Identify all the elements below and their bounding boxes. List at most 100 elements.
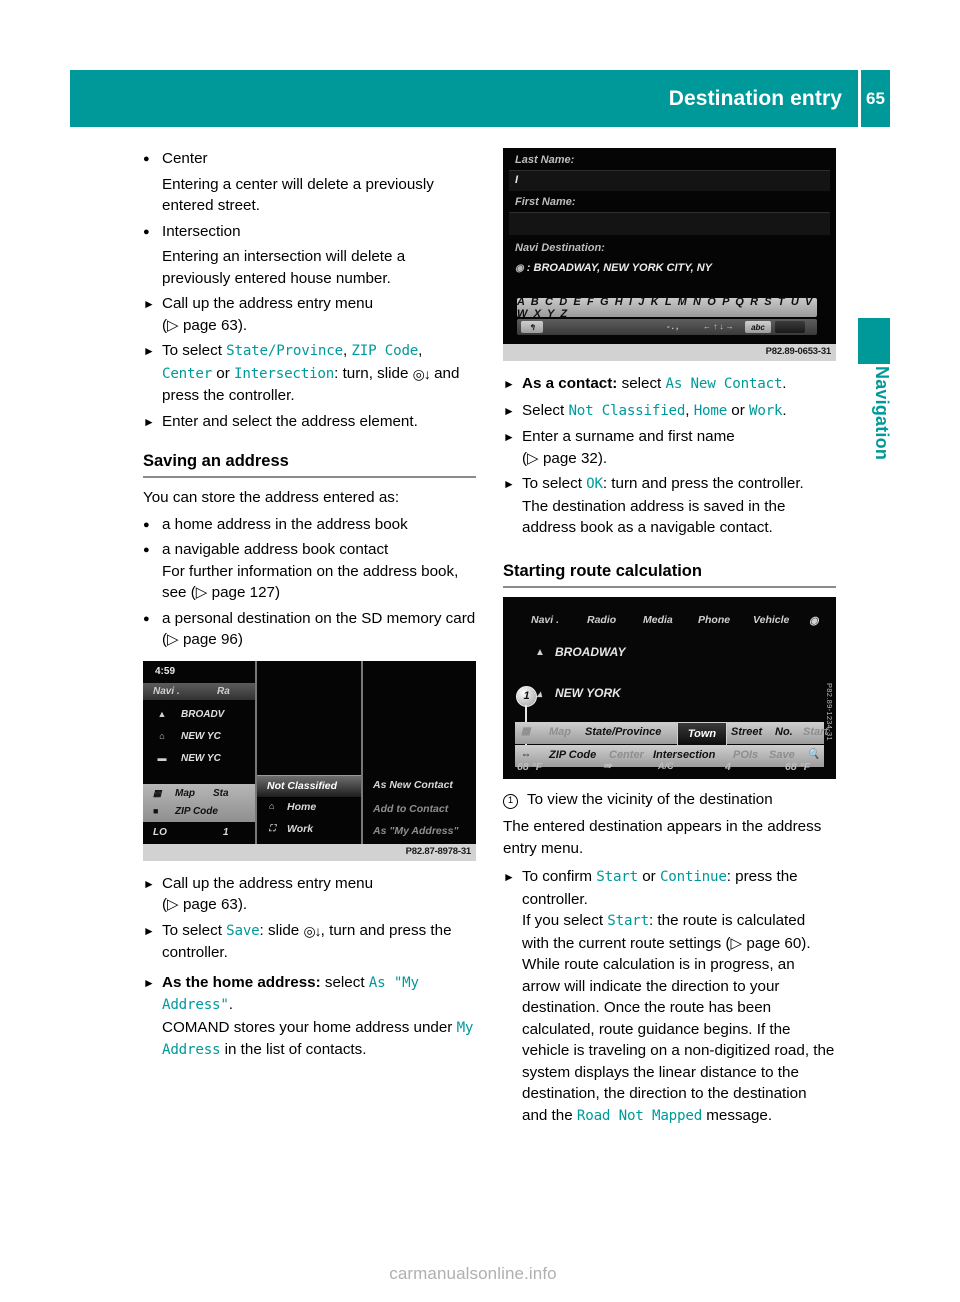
destination-icon: ◉ — [515, 263, 524, 274]
ui-term-not-classified: Not Classified — [568, 402, 686, 419]
step-body: COMAND stores your home address under My… — [162, 1017, 476, 1062]
field-label-first-name: First Name: — [515, 196, 576, 208]
joiner: , — [685, 401, 694, 419]
step-period: . — [782, 401, 787, 419]
ui-term-state-province: State/Province — [226, 343, 343, 359]
storage-option-note: For further information on the address b… — [162, 562, 459, 602]
screen-clock: 4:59 — [155, 665, 176, 677]
screen-column-classification: Not Classified ⌂ Home ⛶ Work — [257, 660, 363, 844]
menubar-item-radio[interactable]: Ra — [217, 686, 230, 697]
screen-statusbar: LO 1 — [143, 824, 255, 844]
heading-divider — [143, 476, 476, 478]
step-item-confirm-start: ► To confirm Start or Continue: press th… — [503, 866, 836, 1127]
callout-item: 1 To view the vicinity of the destinatio… — [503, 789, 836, 811]
backspace-key[interactable]: ↰ — [521, 321, 543, 333]
abc-key[interactable]: abc — [745, 321, 771, 333]
figure-side-code: P82.89-1234-31 — [825, 682, 834, 741]
step-lead: Select — [522, 401, 569, 419]
state-icon: ▬ — [157, 752, 167, 763]
field-last-name[interactable]: I — [509, 170, 830, 191]
step-arrow-icon: ► — [503, 430, 515, 444]
screen-list-label: NEW YC — [181, 730, 221, 742]
step-reference: (▷ page 63). — [162, 896, 248, 913]
step-lead: To confirm — [522, 868, 597, 885]
screen-menubar: Navi . Radio Media Phone Vehicle ◉ — [503, 611, 836, 631]
menubar-item-media[interactable]: Media — [643, 614, 673, 626]
field-first-name[interactable] — [509, 212, 830, 235]
arrow-keys[interactable]: ← ↑ ↓ → — [703, 322, 734, 331]
softkey-zip-code[interactable]: ZIP Code — [175, 806, 218, 817]
page-number: 65 — [861, 70, 890, 127]
bullet-icon: ● — [143, 153, 150, 165]
onscreen-keyboard-bar: ↰ - . , ← ↑ ↓ → abc — [517, 319, 817, 335]
zip-icon: ■ — [153, 805, 159, 816]
comand-screen-save-menu: 4:59 Navi . Ra ▲ BROADV ⌂ NEW YC ▬ NEW Y… — [143, 660, 476, 844]
ui-term-save: Save — [226, 922, 260, 939]
step-lead: To select — [522, 475, 587, 492]
menubar-item-navi[interactable]: Navi . — [153, 686, 180, 697]
airflow-icon: ⇛ — [603, 759, 612, 772]
step-item: ► Call up the address entry menu (▷ page… — [143, 873, 476, 916]
keyboard-mode-key[interactable] — [775, 321, 805, 333]
ui-term-home: Home — [693, 402, 728, 419]
screen-list-label: NEW YC — [181, 752, 221, 764]
softkey-street[interactable]: Street — [731, 726, 762, 738]
street-icon: ▲ — [535, 646, 545, 658]
step-text: Call up the address entry menu — [162, 295, 374, 312]
softkey-house-number[interactable]: No. — [775, 726, 793, 738]
option-label: As "My Address" — [373, 824, 459, 837]
step-item-enter-name: ► Enter a surname and first name (▷ page… — [503, 426, 836, 469]
list-item: ● Center — [143, 148, 476, 170]
storage-option-label: a personal destination on the SD memory … — [162, 609, 476, 649]
step-arrow-icon: ► — [503, 477, 515, 491]
status-fan: 4 — [725, 760, 731, 773]
field-label-last-name: Last Name: — [515, 154, 575, 166]
step-arrow-icon: ► — [143, 975, 155, 990]
right-column: Last Name: I First Name: Navi Destinatio… — [503, 148, 836, 1131]
joiner: or — [212, 364, 235, 382]
page-title: Destination entry — [668, 86, 842, 110]
option-label: As New Contact — [373, 778, 453, 791]
left-column: ● Center Entering a center will delete a… — [143, 148, 476, 1066]
step-arrow-icon: ► — [503, 403, 515, 418]
side-tab-block — [858, 318, 890, 364]
ui-term-intersection: Intersection — [234, 365, 335, 382]
softkey-map[interactable]: Map — [175, 788, 195, 799]
option-not-classified[interactable]: Not Classified — [257, 774, 361, 798]
storage-option-label: a navigable address book contact — [162, 541, 389, 558]
storage-option-label: a home address in the address book — [162, 515, 408, 533]
status-temp-right: 68 °F — [785, 760, 811, 773]
callout-marker-1: 1 — [516, 685, 537, 707]
callout-text: To view the vicinity of the destination — [527, 790, 773, 808]
watermark: carmanualsonline.info — [389, 1264, 557, 1283]
menubar-item-navi[interactable]: Navi . — [531, 614, 559, 626]
step-item-select-save: ► To select Save: slide ◎↓, turn and pre… — [143, 920, 476, 964]
softkey-state-province[interactable]: State/Province — [585, 726, 661, 738]
destination-street: BROADWAY — [555, 644, 626, 659]
status-fan: 1 — [223, 826, 229, 838]
ui-term-continue: Continue — [659, 869, 727, 885]
map-icon: ▦ — [521, 725, 531, 737]
city-icon: ⌂ — [159, 730, 165, 741]
ui-term-ok: OK — [586, 476, 603, 492]
step-lead: To select — [162, 921, 227, 939]
onscreen-alphabet-row[interactable]: A B C D E F G H I J K L M N O P Q R S T … — [517, 296, 817, 320]
step-text: Enter a surname and first name — [522, 428, 735, 445]
step-item-as-contact: ► As a contact: select As New Contact. — [503, 373, 836, 396]
step-arrow-icon: ► — [143, 876, 155, 891]
menubar-item-radio[interactable]: Radio — [587, 614, 616, 626]
settings-icon[interactable]: ◉ — [809, 614, 819, 627]
softkey-town-selected[interactable]: Town — [677, 721, 727, 746]
field-label-navi-destination: Navi Destination: — [515, 242, 605, 254]
softkey-state[interactable]: Sta — [213, 788, 229, 799]
symbol-keys[interactable]: - . , — [667, 322, 679, 331]
menubar-item-phone[interactable]: Phone — [698, 614, 730, 626]
step-arrow-icon: ► — [503, 377, 515, 391]
list-item: ● a personal destination on the SD memor… — [143, 608, 476, 651]
step-item-home-address: ► As the home address: select As "My Add… — [143, 972, 476, 1062]
step-item-classify: ► Select Not Classified, Home or Work. — [503, 400, 836, 423]
softkey-map[interactable]: Map — [549, 726, 571, 738]
ui-term-road-not-mapped: Road Not Mapped — [576, 1107, 703, 1124]
bullet-title: Center — [162, 150, 208, 167]
menubar-item-vehicle[interactable]: Vehicle — [753, 614, 789, 626]
